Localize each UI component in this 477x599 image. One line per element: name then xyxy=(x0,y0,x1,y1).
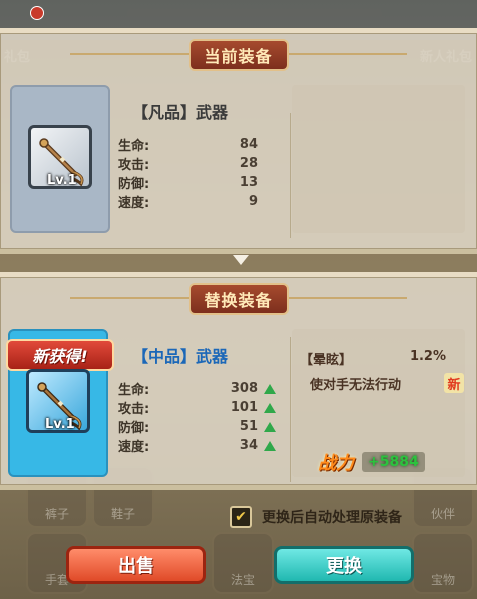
banner-divider-right xyxy=(287,53,407,55)
skill-name: 【晕眩】 xyxy=(300,353,353,368)
stat-row-speed: 速度: 34 xyxy=(118,436,288,455)
column-divider xyxy=(290,337,291,482)
stat-value: 13 xyxy=(239,175,258,190)
combat-power: 战力 +5884 xyxy=(318,449,425,475)
notification-dot-icon xyxy=(30,6,44,20)
current-item-level: Lv.1 xyxy=(47,173,77,188)
stat-row-defense: 防御: 51 xyxy=(118,417,288,436)
stat-label: 攻击: xyxy=(118,158,150,173)
banner-divider-left xyxy=(70,53,190,55)
stat-label: 生命: xyxy=(118,139,150,154)
down-arrow-icon xyxy=(233,255,249,265)
replace-item-icon-frame: Lv.1 xyxy=(26,369,90,433)
background-slot-magic: 法宝 xyxy=(212,532,274,594)
background-slot-treasure: 宝物 xyxy=(412,532,474,594)
stat-label: 防御: xyxy=(118,177,150,192)
stat-label: 速度: xyxy=(118,196,150,211)
current-equipment-banner: 当前装备 xyxy=(188,39,289,71)
replace-item-card[interactable]: 新获得! Lv.1 xyxy=(6,329,114,477)
stat-up-arrow-icon xyxy=(264,421,276,432)
auto-process-option[interactable]: ✔ 更换后自动处理原装备 xyxy=(230,506,402,528)
skill-description: 使对手无法行动 xyxy=(310,378,402,393)
banner-divider-left xyxy=(70,297,190,299)
stat-up-arrow-icon xyxy=(264,402,276,413)
stat-row-hp: 生命: 84 xyxy=(118,135,288,154)
stat-row-attack: 攻击: 28 xyxy=(118,154,288,173)
replace-button[interactable]: 更换 xyxy=(274,546,414,584)
stat-value: 9 xyxy=(248,194,258,209)
current-extra-area xyxy=(292,85,465,233)
skill-rate: 1.2% xyxy=(409,349,446,364)
stat-value: 34 xyxy=(239,438,258,453)
stat-label: 攻击: xyxy=(118,402,150,417)
combat-power-value: +5884 xyxy=(362,452,425,472)
stat-row-defense: 防御: 13 xyxy=(118,173,288,192)
sell-button[interactable]: 出售 xyxy=(66,546,206,584)
stat-row-hp: 生命: 308 xyxy=(118,379,288,398)
stat-value: 51 xyxy=(239,419,258,434)
stat-up-arrow-icon xyxy=(264,383,276,394)
stat-value: 101 xyxy=(230,400,258,415)
current-item-info: 【凡品】武器 生命: 84 攻击: 28 防御: 13 速度: 9 xyxy=(118,99,288,211)
column-divider xyxy=(290,113,291,238)
replace-equipment-banner: 替换装备 xyxy=(188,283,289,315)
stat-row-attack: 攻击: 101 xyxy=(118,398,288,417)
stat-label: 防御: xyxy=(118,421,150,436)
stat-label: 生命: xyxy=(118,383,150,398)
new-obtained-badge: 新获得! xyxy=(6,339,114,371)
current-equipment-panel: 当前装备 Lv.1 【凡品】武器 生命: 84 攻击: 28 防御: 13 速度… xyxy=(0,28,477,254)
skill-row: 【晕眩】 1.2% xyxy=(300,349,460,368)
stat-value: 28 xyxy=(239,156,258,171)
stat-label: 速度: xyxy=(118,440,150,455)
replace-item-level: Lv.1 xyxy=(45,417,75,432)
current-item-card[interactable]: Lv.1 xyxy=(10,85,110,233)
stat-value: 84 xyxy=(239,137,258,152)
banner-divider-right xyxy=(287,297,407,299)
replace-item-info: 【中品】武器 生命: 308 攻击: 101 防御: 51 速度: 34 xyxy=(118,343,288,455)
auto-process-checkbox[interactable]: ✔ xyxy=(230,506,252,528)
stat-value: 308 xyxy=(230,381,258,396)
current-item-icon-frame: Lv.1 xyxy=(28,125,92,189)
skill-new-tag: 新 xyxy=(444,373,464,393)
current-item-title: 【凡品】武器 xyxy=(132,103,229,122)
replace-equipment-panel: 替换装备 新获得! Lv.1 【中品】武器 生命: 308 攻击: 101 防御… xyxy=(0,272,477,490)
combat-power-label: 战力 xyxy=(318,453,354,474)
replace-item-title: 【中品】武器 xyxy=(132,347,229,366)
auto-process-label: 更换后自动处理原装备 xyxy=(262,510,402,526)
stat-row-speed: 速度: 9 xyxy=(118,192,288,211)
stat-up-arrow-icon xyxy=(264,440,276,451)
